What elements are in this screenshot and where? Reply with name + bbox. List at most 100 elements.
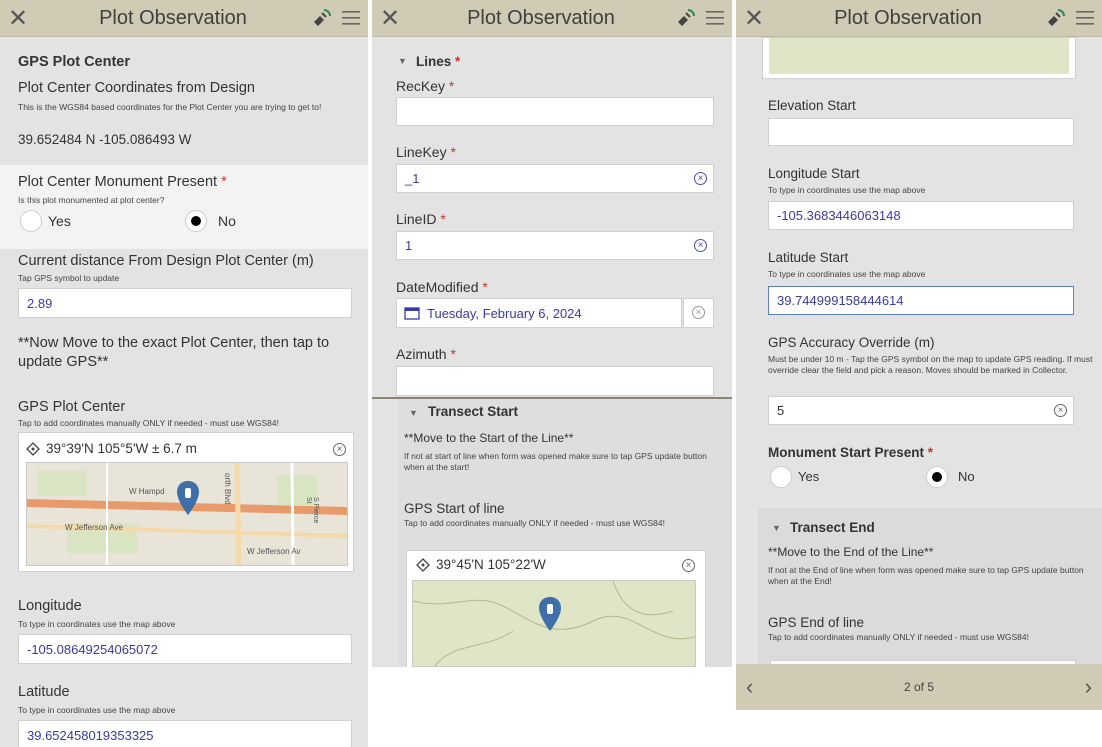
menu-icon[interactable]	[1076, 10, 1094, 26]
close-icon[interactable]: ✕	[380, 4, 408, 33]
page-footer: ‹ 2 of 5 ›	[736, 664, 1102, 710]
monument-start-no-radio[interactable]	[926, 466, 948, 488]
lineid-label: LineID *	[396, 211, 446, 227]
clear-icon[interactable]: ×	[333, 443, 346, 456]
monument-yes-label: Yes	[48, 213, 71, 229]
linekey-label: LineKey *	[396, 144, 456, 160]
distance-field[interactable]: 2.89	[18, 288, 352, 318]
date-modified-field[interactable]: Tuesday, February 6, 2024	[396, 298, 682, 328]
monument-yes-radio[interactable]	[20, 210, 42, 232]
section-title: GPS Plot Center	[18, 54, 130, 70]
close-icon[interactable]: ✕	[8, 4, 36, 33]
form-panel-transect: ✕ Plot Observation Elevation Start Longi…	[736, 0, 1102, 710]
clear-icon[interactable]: ×	[694, 172, 707, 185]
azimuth-field[interactable]	[396, 366, 714, 396]
latitude-start-label: Latitude Start	[768, 250, 849, 265]
page-title: Plot Observation	[99, 6, 247, 29]
close-icon[interactable]: ✕	[744, 4, 772, 33]
calendar-icon	[404, 307, 420, 320]
date-modified-label: DateModified *	[396, 279, 488, 295]
page-title: Plot Observation	[467, 6, 615, 29]
map-card[interactable]	[762, 37, 1076, 79]
transect-end-title[interactable]: Transect End	[790, 518, 875, 537]
latitude-help: To type in coordinates use the map above	[18, 705, 176, 715]
design-coords-label: Plot Center Coordinates from Design	[18, 80, 255, 96]
menu-icon[interactable]	[706, 10, 724, 26]
map-label: orth Blvd	[223, 473, 232, 505]
latitude-start-help: To type in coordinates use the map above	[768, 269, 926, 279]
gps-plot-center-help: Tap to add coordinates manually ONLY if …	[18, 418, 279, 428]
map-view[interactable]	[769, 38, 1069, 74]
location-crosshair-icon	[26, 442, 40, 456]
accuracy-override-label: GPS Accuracy Override (m)	[768, 335, 935, 350]
collapse-chevron-icon[interactable]: ▼	[409, 408, 418, 418]
monument-no-label: No	[218, 213, 236, 229]
lineid-field[interactable]: 1	[396, 231, 714, 260]
longitude-start-label: Longitude Start	[768, 166, 860, 181]
map-label: W Hampd	[129, 487, 165, 496]
gps-plot-center-value: 39°39'N 105°5'W ± 6.7 m	[46, 441, 197, 456]
map-label: W Jefferson Av	[247, 547, 301, 556]
clear-icon[interactable]: ×	[1054, 404, 1067, 417]
latitude-label: Latitude	[18, 684, 70, 700]
monument-start-yes-label: Yes	[798, 469, 820, 484]
accuracy-override-help: Must be under 10 m - Tap the GPS symbol …	[768, 354, 1093, 375]
monument-label: Plot Center Monument Present *	[18, 174, 227, 190]
satellite-gps-icon[interactable]	[1044, 8, 1066, 28]
reckey-field[interactable]	[396, 97, 714, 126]
longitude-start-field[interactable]: -105.3683446063148	[768, 201, 1074, 230]
accuracy-override-field[interactable]: 5	[768, 396, 1074, 425]
transect-start-title[interactable]: Transect Start	[428, 402, 518, 421]
move-start-text: **Move to the Start of the Line**	[404, 431, 574, 445]
app-header: ✕ Plot Observation	[372, 0, 732, 37]
design-coords-help: This is the WGS84 based coordinates for …	[18, 102, 322, 112]
menu-icon[interactable]	[342, 10, 360, 26]
map-view[interactable]	[412, 580, 696, 667]
map-pin-icon	[539, 597, 561, 631]
page-title: Plot Observation	[834, 6, 982, 29]
latitude-start-field[interactable]: 39.744999158444614	[768, 286, 1074, 315]
map-label: S Pierce St	[305, 497, 319, 524]
move-end-help: If not at the End of line when form was …	[768, 565, 1084, 586]
gps-start-label: GPS Start of line	[404, 501, 505, 516]
previous-page-icon[interactable]: ‹	[746, 674, 753, 700]
gps-start-help: Tap to add coordinates manually ONLY if …	[404, 518, 665, 528]
clear-icon[interactable]: ×	[692, 306, 705, 319]
form-panel-plot-center: ✕ Plot Observation GPS Plot Center Plot …	[0, 0, 368, 747]
gps-end-label: GPS End of line	[768, 615, 865, 630]
longitude-help: To type in coordinates use the map above	[18, 619, 176, 629]
longitude-field[interactable]: -105.08649254065072	[18, 634, 352, 664]
monument-help: Is this plot monumented at plot center?	[18, 195, 165, 205]
lines-group-title[interactable]: Lines *	[416, 52, 460, 71]
move-end-text: **Move to the End of the Line**	[768, 545, 934, 559]
move-start-help: If not at start of line when form was op…	[404, 451, 707, 472]
clear-icon[interactable]: ×	[682, 559, 695, 572]
distance-help: Tap GPS symbol to update	[18, 273, 120, 283]
elevation-start-field[interactable]	[768, 118, 1074, 146]
satellite-gps-icon[interactable]	[310, 8, 332, 28]
monument-start-no-label: No	[958, 469, 975, 484]
form-panel-lines: ✕ Plot Observation ▼ Lines * RecKey * Li…	[372, 0, 732, 667]
collapse-chevron-icon[interactable]: ▼	[398, 56, 407, 66]
design-coords-value: 39.652484 N -105.086493 W	[18, 132, 192, 147]
collapse-chevron-icon[interactable]: ▼	[772, 523, 781, 533]
distance-label: Current distance From Design Plot Center…	[18, 253, 314, 269]
gps-start-value: 39°45'N 105°22'W	[436, 557, 546, 572]
monument-start-yes-radio[interactable]	[770, 466, 792, 488]
app-header: ✕ Plot Observation	[0, 0, 368, 37]
reckey-label: RecKey *	[396, 78, 455, 94]
latitude-field[interactable]: 39.652458019353325	[18, 720, 352, 747]
page-indicator: 2 of 5	[903, 680, 935, 694]
app-header: ✕ Plot Observation	[736, 0, 1102, 37]
monument-no-radio[interactable]	[185, 210, 207, 232]
gps-end-help: Tap to add coordinates manually ONLY if …	[768, 632, 1029, 642]
clear-icon[interactable]: ×	[694, 239, 707, 252]
longitude-label: Longitude	[18, 598, 82, 614]
map-view[interactable]: W Hampd W Jefferson Ave W Jefferson Av o…	[26, 462, 348, 566]
map-label: W Jefferson Ave	[65, 523, 123, 532]
linekey-field[interactable]: _1	[396, 164, 714, 193]
next-page-icon[interactable]: ›	[1085, 674, 1092, 700]
satellite-gps-icon[interactable]	[674, 8, 696, 28]
longitude-start-help: To type in coordinates use the map above	[768, 185, 926, 195]
monument-start-label: Monument Start Present *	[768, 445, 934, 460]
